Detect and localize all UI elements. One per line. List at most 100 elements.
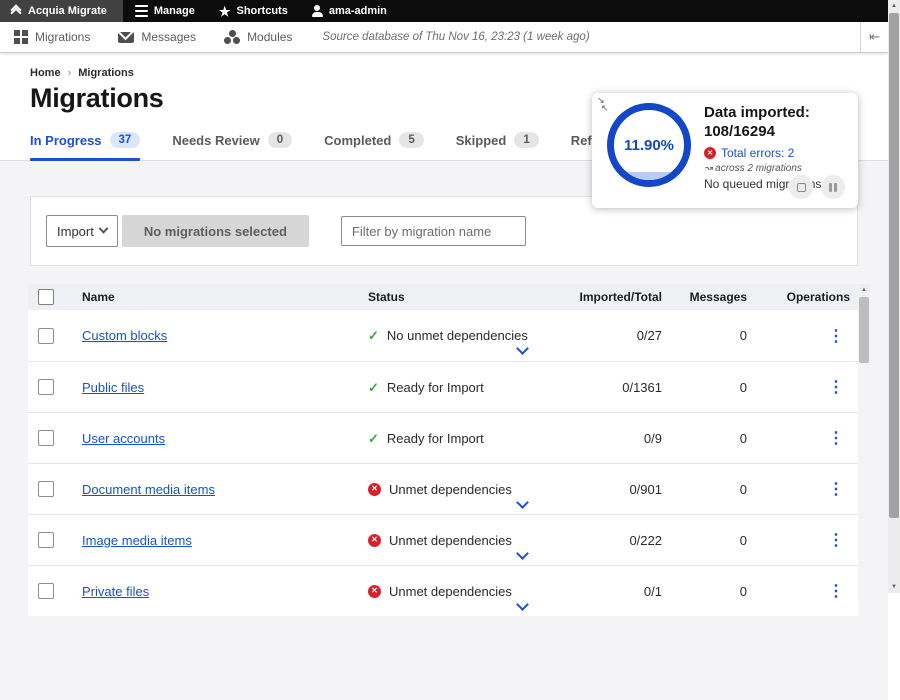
tab-skipped[interactable]: Skipped 1 xyxy=(456,132,539,160)
select-all-checkbox[interactable] xyxy=(38,289,54,305)
toolbar-item-modules[interactable]: Modules xyxy=(210,22,306,52)
page-scrollbar[interactable]: ▲ ▼ xyxy=(888,0,900,593)
row-checkbox[interactable] xyxy=(38,532,54,548)
migration-name-link[interactable]: Public files xyxy=(82,380,144,395)
selection-status-button[interactable]: No migrations selected xyxy=(122,215,309,247)
tab-count-badge: 1 xyxy=(514,132,538,148)
scroll-down-arrow-icon[interactable]: ▼ xyxy=(888,581,900,593)
row-checkbox[interactable] xyxy=(38,379,54,395)
scroll-up-arrow-icon[interactable]: ▲ xyxy=(888,0,900,12)
tab-completed[interactable]: Completed 5 xyxy=(324,132,424,160)
status-chevron-down-icon[interactable] xyxy=(516,547,529,560)
tab-count-badge: 5 xyxy=(399,132,423,148)
source-database-note: Source database of Thu Nov 16, 23:23 (1 … xyxy=(322,31,589,43)
header-messages: Messages xyxy=(662,290,747,304)
envelope-icon xyxy=(118,32,134,43)
shortcuts-menu[interactable]: ★ Shortcuts xyxy=(207,0,300,22)
stop-import-button[interactable] xyxy=(789,175,813,199)
table-scrollbar-thumb[interactable] xyxy=(859,297,869,363)
messages-count: 0 xyxy=(662,584,747,599)
acquia-migrate-logo[interactable]: Acquia Migrate xyxy=(0,0,123,22)
migration-filter-input[interactable] xyxy=(341,216,526,246)
collapse-toolbar-button[interactable]: ⇤ xyxy=(860,22,888,52)
table-body: Custom blocks ✓ No unmet dependencies 0/… xyxy=(28,310,858,616)
kebab-menu-icon[interactable]: ⋮ xyxy=(828,532,844,549)
tab-in-progress[interactable]: In Progress 37 xyxy=(30,132,140,160)
breadcrumb-current: Migrations xyxy=(78,67,134,79)
status-text: Ready for Import xyxy=(387,380,484,395)
status-text: Ready for Import xyxy=(387,431,484,446)
stop-icon xyxy=(797,183,806,192)
user-menu[interactable]: ama-admin xyxy=(300,0,399,22)
imported-total-value: 0/901 xyxy=(578,482,662,497)
imported-total-value: 0/9 xyxy=(578,431,662,446)
migration-name-link[interactable]: Image media items xyxy=(82,533,192,548)
messages-count: 0 xyxy=(662,482,747,497)
user-icon xyxy=(312,5,323,17)
import-dropdown-button[interactable]: Import xyxy=(46,215,118,247)
table-row: Image media items ✕ Unmet dependencies 0… xyxy=(28,514,858,565)
total-errors-label: Total errors: 2 xyxy=(721,146,794,160)
header-imported-total: Imported/Total xyxy=(578,290,662,304)
kebab-menu-icon[interactable]: ⋮ xyxy=(828,583,844,600)
migration-name-link[interactable]: User accounts xyxy=(82,431,165,446)
table-row: Private files ✕ Unmet dependencies 0/1 0… xyxy=(28,565,858,616)
row-checkbox[interactable] xyxy=(38,583,54,599)
table-scroll-up-arrow-icon[interactable]: ▲ xyxy=(858,284,870,296)
breadcrumb-home-link[interactable]: Home xyxy=(30,67,61,79)
logo-label: Acquia Migrate xyxy=(28,5,107,17)
messages-count: 0 xyxy=(662,380,747,395)
page-scrollbar-thumb[interactable] xyxy=(889,13,899,518)
migration-name-link[interactable]: Document media items xyxy=(82,482,215,497)
check-icon: ✓ xyxy=(368,329,379,342)
manage-menu[interactable]: Manage xyxy=(123,0,207,22)
kebab-menu-icon[interactable]: ⋮ xyxy=(828,379,844,396)
toolbar-item-messages[interactable]: Messages xyxy=(104,22,210,52)
status-text: No unmet dependencies xyxy=(387,328,528,343)
chevron-down-icon xyxy=(98,223,108,233)
imported-total-value: 0/1 xyxy=(578,584,662,599)
check-icon: ✓ xyxy=(368,432,379,445)
messages-label: Messages xyxy=(141,30,196,44)
pause-import-button[interactable] xyxy=(821,175,845,199)
row-checkbox[interactable] xyxy=(38,328,54,344)
modules-label: Modules xyxy=(247,30,292,44)
imported-total-value: 0/222 xyxy=(578,533,662,548)
status-chevron-down-icon[interactable] xyxy=(516,496,529,509)
table-row: Document media items ✕ Unmet dependencie… xyxy=(28,463,858,514)
migrations-table: Name Status Imported/Total Messages Oper… xyxy=(28,284,858,616)
collapse-overlay-icon[interactable]: ↘↖ xyxy=(597,96,609,112)
row-checkbox[interactable] xyxy=(38,430,54,446)
kebab-menu-icon[interactable]: ⋮ xyxy=(828,430,844,447)
progress-circle: 11.90% xyxy=(607,103,691,187)
modules-icon xyxy=(224,30,240,44)
status-text: Unmet dependencies xyxy=(389,584,512,599)
secondary-toolbar: Migrations Messages Modules Source datab… xyxy=(0,22,888,53)
tab-needs-review[interactable]: Needs Review 0 xyxy=(172,132,292,160)
data-imported-count: 108/16294 xyxy=(704,122,852,141)
status-chevron-down-icon[interactable] xyxy=(516,598,529,611)
data-imported-label: Data imported: xyxy=(704,103,852,122)
status-chevron-down-icon[interactable] xyxy=(516,342,529,355)
error-icon: ✕ xyxy=(368,585,381,598)
table-row: Public files ✓ Ready for Import 0/1361 0… xyxy=(28,361,858,412)
migration-name-link[interactable]: Custom blocks xyxy=(82,328,167,343)
imported-total-value: 0/27 xyxy=(578,328,662,343)
collapse-left-icon: ⇤ xyxy=(869,29,880,45)
tab-count-badge: 0 xyxy=(268,132,292,148)
total-errors-link[interactable]: ✕ Total errors: 2 xyxy=(704,146,852,160)
messages-count: 0 xyxy=(662,533,747,548)
table-row: User accounts ✓ Ready for Import 0/9 0 ⋮ xyxy=(28,412,858,463)
table-scrollbar[interactable]: ▲ xyxy=(858,284,870,599)
lower-section: Import No migrations selected Name Statu… xyxy=(0,161,888,700)
toolbar-item-migrations[interactable]: Migrations xyxy=(0,22,104,52)
status-text: Unmet dependencies xyxy=(389,533,512,548)
breadcrumb-separator: › xyxy=(68,67,72,79)
migration-name-link[interactable]: Private files xyxy=(82,584,149,599)
kebab-menu-icon[interactable]: ⋮ xyxy=(828,481,844,498)
pause-icon xyxy=(829,183,837,192)
row-checkbox[interactable] xyxy=(38,481,54,497)
table-header-row: Name Status Imported/Total Messages Oper… xyxy=(28,284,858,310)
imported-total-value: 0/1361 xyxy=(578,380,662,395)
kebab-menu-icon[interactable]: ⋮ xyxy=(828,328,844,345)
